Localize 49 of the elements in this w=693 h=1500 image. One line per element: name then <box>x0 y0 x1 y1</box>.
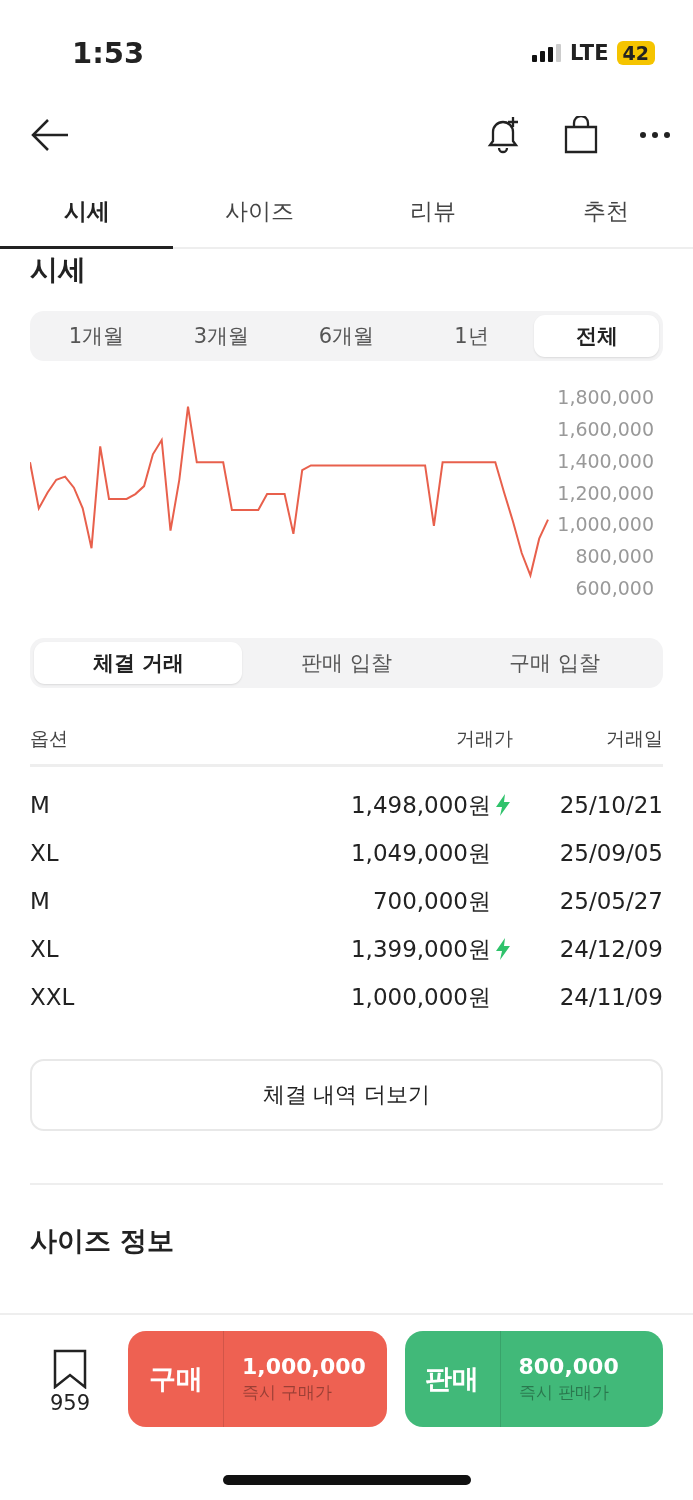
axis-label: 800,000 <box>575 545 654 568</box>
network-label: LTE <box>569 40 609 65</box>
period-tab[interactable]: 1개월 <box>34 315 159 357</box>
tab[interactable]: 추천 <box>519 177 693 249</box>
period-tab[interactable]: 전체 <box>534 315 659 357</box>
table-cell-text: XXL <box>30 984 76 1010</box>
table-cell-text: 24/11/09 <box>558 984 663 1010</box>
column-header: 옵션 <box>30 726 69 751</box>
battery-level: 42 <box>616 40 655 65</box>
status-time: 1:53 <box>72 35 145 70</box>
period-tab[interactable]: 3개월 <box>159 315 284 357</box>
tab[interactable]: 리뷰 <box>346 177 520 249</box>
column-header: 거래가 <box>455 726 513 751</box>
period-tab[interactable]: 6개월 <box>284 315 409 357</box>
tab[interactable]: 사이즈 <box>173 177 347 249</box>
tab[interactable]: 시세 <box>0 177 174 249</box>
table-cell-text: 25/05/27 <box>558 888 663 914</box>
table-cell-text: 1,498,000원 <box>350 790 491 820</box>
axis-label: 600,000 <box>575 577 654 599</box>
section-title: 시세 <box>29 252 87 288</box>
trade-tab[interactable]: 구매 입찰 <box>450 642 659 684</box>
shopping-bag-icon[interactable] <box>563 116 599 154</box>
signal-icon <box>531 43 562 62</box>
axis-label: 1,400,000 <box>557 449 654 472</box>
table-cell-text: 24/12/09 <box>558 936 663 962</box>
table-cell-text: M <box>30 888 51 914</box>
axis-label: 1,200,000 <box>557 481 654 504</box>
table-cell-text: XL <box>30 936 60 962</box>
table-cell-text: 25/10/21 <box>558 792 663 818</box>
more-history-button[interactable]: 체결 내역 더보기 <box>30 1059 663 1131</box>
trade-tab[interactable]: 판매 입찰 <box>242 642 451 684</box>
axis-label: 1,000,000 <box>557 513 654 536</box>
table-cell-text: 1,049,000원 <box>350 838 491 868</box>
trade-tab[interactable]: 체결 거래 <box>34 642 243 684</box>
bookmark-icon[interactable] <box>53 1349 87 1389</box>
wish-count: 959 <box>49 1391 91 1415</box>
axis-label: 1,800,000 <box>557 386 654 408</box>
axis-label: 1,600,000 <box>557 417 654 440</box>
table-cell-text: XL <box>30 840 60 866</box>
section-title: 사이즈 정보 <box>29 1224 176 1258</box>
table-cell-text: 1,000,000원 <box>350 982 491 1012</box>
table-cell-text: 25/09/05 <box>558 840 663 866</box>
back-arrow-icon[interactable] <box>30 118 70 152</box>
period-tab[interactable]: 1년 <box>409 315 534 357</box>
more-icon[interactable] <box>639 131 671 139</box>
table-cell-text: M <box>30 792 51 818</box>
table-cell-text: 1,399,000원 <box>350 934 491 964</box>
column-header: 거래일 <box>605 726 663 751</box>
table-cell-text: 700,000원 <box>372 886 491 916</box>
